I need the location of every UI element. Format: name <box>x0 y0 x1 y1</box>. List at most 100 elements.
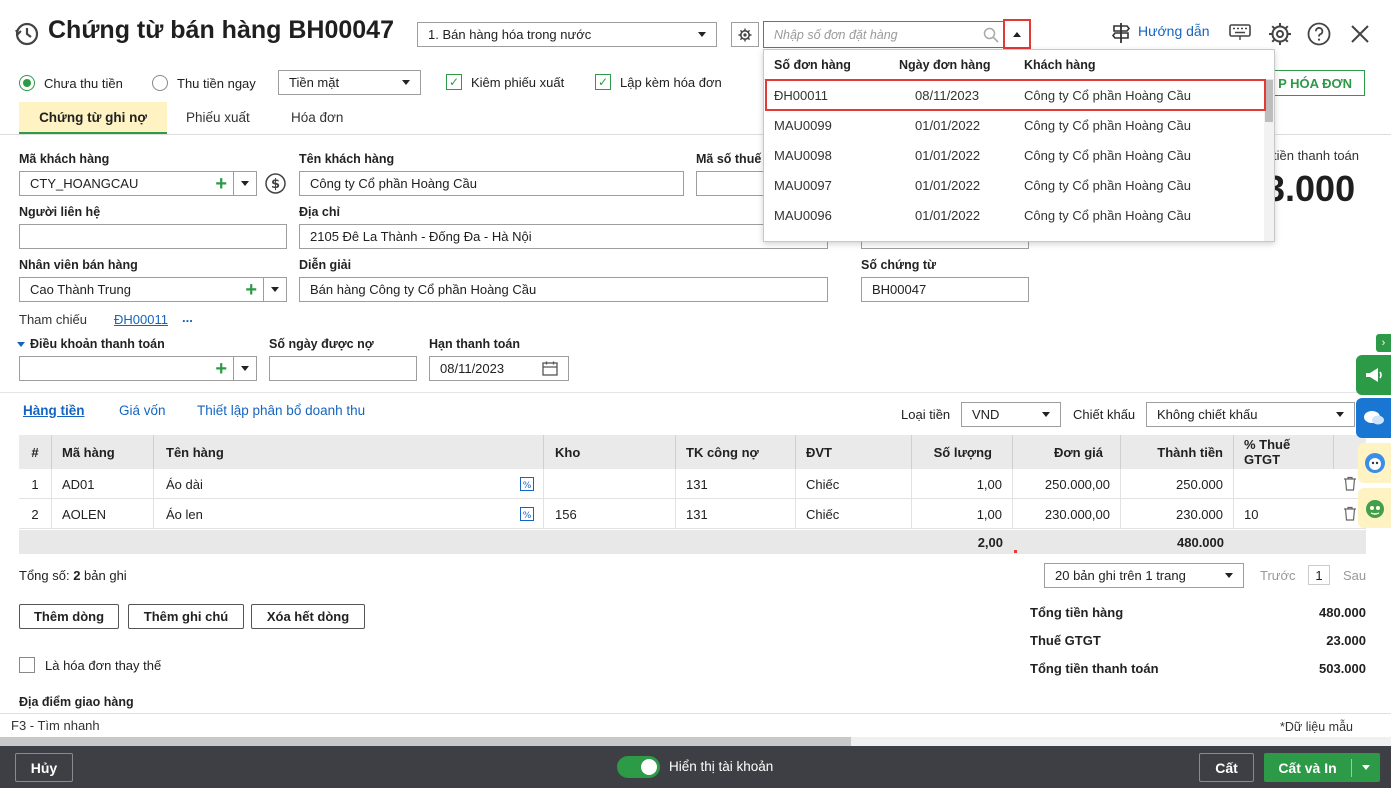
check-export-checkbox[interactable]: ✓ Kiêm phiếu xuất <box>446 74 564 90</box>
debt-account-cell[interactable]: 131 <box>676 499 796 529</box>
next-page-button[interactable]: Sau <box>1343 568 1366 583</box>
help-icon[interactable] <box>1307 22 1331 46</box>
order-customer: Công ty Cổ phần Hoàng Cầu <box>1024 178 1191 193</box>
table-row[interactable]: 1 AD01 Áo dài% 131 Chiếc 1,00 250.000,00 250.00… <box>19 469 1366 499</box>
show-account-toggle[interactable] <box>617 756 660 778</box>
unit-cell[interactable]: Chiếc <box>796 499 912 529</box>
replacement-invoice-checkbox[interactable]: Là hóa đơn thay thế <box>19 657 161 673</box>
keyboard-icon[interactable] <box>1229 24 1251 42</box>
unpaid-radio[interactable]: Chưa thu tiền <box>19 75 123 91</box>
unit-price-cell[interactable]: 230.000,00 <box>1013 499 1121 529</box>
order-dropdown-item[interactable]: MAU0096 01/01/2022 Công ty Cổ phần Hoàng C… <box>764 200 1264 230</box>
unit-price-cell[interactable]: 250.000,00 <box>1013 469 1121 499</box>
help-link[interactable]: Hướng dẫn <box>1138 23 1209 39</box>
unit-cell[interactable]: Chiếc <box>796 469 912 499</box>
current-page[interactable]: 1 <box>1308 565 1330 585</box>
debt-account-cell[interactable]: 131 <box>676 469 796 499</box>
paid-now-radio[interactable]: Thu tiền ngay <box>152 75 256 91</box>
save-button[interactable]: Cất <box>1199 753 1254 782</box>
item-code-cell[interactable]: AOLEN <box>52 499 154 529</box>
vat-rate-cell[interactable] <box>1234 469 1334 499</box>
add-note-button[interactable]: Thêm ghi chú <box>128 604 244 629</box>
signpost-icon[interactable] <box>1111 22 1131 44</box>
order-dropdown-item[interactable]: MAU0097 01/01/2022 Công ty Cổ phần Hoàng C… <box>764 170 1264 200</box>
expand-side-panel-icon[interactable]: › <box>1376 334 1391 352</box>
close-icon[interactable] <box>1350 24 1370 44</box>
table-row[interactable]: 2 AOLEN Áo len% 156 131 Chiếc 1,00 230.000,00 23… <box>19 499 1366 529</box>
subtab-goods[interactable]: Hàng tiền <box>23 403 85 418</box>
tab-delivery-note[interactable]: Phiếu xuất <box>186 110 250 125</box>
announcement-icon[interactable] <box>1356 355 1391 395</box>
checkbox-unchecked <box>19 657 35 673</box>
with-invoice-checkbox[interactable]: ✓ Lập kèm hóa đơn <box>595 74 722 90</box>
amount-cell[interactable]: 250.000 <box>1121 469 1234 499</box>
warehouse-cell[interactable] <box>545 469 676 499</box>
grid-total-row: 2,00 480.000 <box>19 530 1366 554</box>
col-unit-price: Đơn giá <box>1013 435 1121 469</box>
delete-row-icon[interactable] <box>1343 506 1357 521</box>
order-dropdown-item[interactable]: MAU0098 01/01/2022 Công ty Cổ phần Hoàng C… <box>764 140 1264 170</box>
settings-icon[interactable] <box>1268 22 1292 46</box>
prev-page-button[interactable]: Trước <box>1260 568 1296 583</box>
chevron-up-icon <box>1013 31 1021 37</box>
col-item-code: Mã hàng <box>52 435 154 469</box>
quick-search-hint: F3 - Tìm nhanh <box>11 718 100 733</box>
col-amount: Thành tiền <box>1121 435 1234 469</box>
order-no-header: Số đơn hàng <box>774 58 851 72</box>
quantity-cell[interactable]: 1,00 <box>912 499 1013 529</box>
item-name-cell[interactable]: Áo len <box>155 499 544 529</box>
cancel-button[interactable]: Hủy <box>15 753 73 782</box>
tab-debit-voucher[interactable]: Chứng từ ghi nợ <box>19 102 167 134</box>
row-index-cell[interactable]: 2 <box>19 499 52 529</box>
order-search-input[interactable]: Nhập số đơn đặt hàng <box>763 21 1005 48</box>
toggle-knob <box>641 759 657 775</box>
tab-invoice[interactable]: Hóa đơn <box>291 110 343 125</box>
transaction-type-select[interactable]: 1. Bán hàng hóa trong nước <box>417 22 717 47</box>
order-dropdown-item[interactable]: MAU0099 01/01/2022 Công ty Cổ phần Hoàng C… <box>764 110 1264 140</box>
warehouse-cell[interactable]: 156 <box>545 499 676 529</box>
amount-cell[interactable]: 230.000 <box>1121 499 1234 529</box>
chevron-down-icon <box>1225 573 1233 578</box>
delete-row-icon[interactable] <box>1343 476 1357 491</box>
order-no: MAU0098 <box>774 148 832 163</box>
footer-bar: Hủy Hiển thị tài khoản Cất Cất và In <box>0 746 1391 788</box>
currency-select[interactable]: VND <box>961 402 1061 427</box>
gear-icon <box>738 28 752 41</box>
order-dropdown-list: Số đơn hàng Ngày đơn hàng Khách hàng ĐH0… <box>763 49 1275 242</box>
search-icon[interactable] <box>983 27 999 43</box>
subtab-revenue-allocation[interactable]: Thiết lập phân bổ doanh thu <box>197 403 365 418</box>
dropdown-scrollbar-thumb[interactable] <box>1265 80 1273 122</box>
payment-method-select[interactable]: Tiền mặt <box>278 70 421 95</box>
chat-icon[interactable] <box>1356 398 1391 438</box>
col-vat-rate: % Thuế GTGT <box>1234 435 1334 469</box>
order-no: MAU0097 <box>774 178 832 193</box>
replacement-invoice-label: Là hóa đơn thay thế <box>45 657 162 673</box>
order-customer: Công ty Cổ phần Hoàng Cầu <box>1024 148 1191 163</box>
page-size-select[interactable]: 20 bản ghi trên 1 trang <box>1044 563 1244 588</box>
promotion-icon[interactable]: % <box>520 507 534 521</box>
order-dropdown-toggle[interactable] <box>1003 19 1031 49</box>
support-bot-icon[interactable] <box>1358 443 1391 483</box>
subtab-cost[interactable]: Giá vốn <box>119 403 166 418</box>
add-row-button[interactable]: Thêm dòng <box>19 604 119 629</box>
delivery-location-label: Địa điểm giao hàng <box>19 695 134 709</box>
item-code-cell[interactable]: AD01 <box>52 469 154 499</box>
summary-label: Thuế GTGT <box>1030 633 1101 648</box>
item-name-cell[interactable]: Áo dài <box>155 469 544 499</box>
quantity-cell[interactable]: 1,00 <box>912 469 1013 499</box>
save-print-menu[interactable] <box>1352 765 1380 770</box>
check-export-label: Kiêm phiếu xuất <box>471 74 565 90</box>
save-print-button[interactable]: Cất và In <box>1264 753 1380 782</box>
vat-rate-cell[interactable]: 10 <box>1234 499 1334 529</box>
delete-all-rows-button[interactable]: Xóa hết dòng <box>251 604 365 629</box>
horizontal-scrollbar[interactable] <box>0 737 1391 746</box>
order-settings-button[interactable] <box>731 22 759 47</box>
misa-assistant-icon[interactable] <box>1358 488 1391 528</box>
customer-header: Khách hàng <box>1024 58 1096 72</box>
scrollbar-thumb[interactable] <box>0 737 851 746</box>
radio-unselected <box>152 75 168 91</box>
discount-select[interactable]: Không chiết khấu <box>1146 402 1355 427</box>
promotion-icon[interactable]: % <box>520 477 534 491</box>
row-index-cell[interactable]: 1 <box>19 469 52 499</box>
history-icon[interactable] <box>14 21 40 47</box>
